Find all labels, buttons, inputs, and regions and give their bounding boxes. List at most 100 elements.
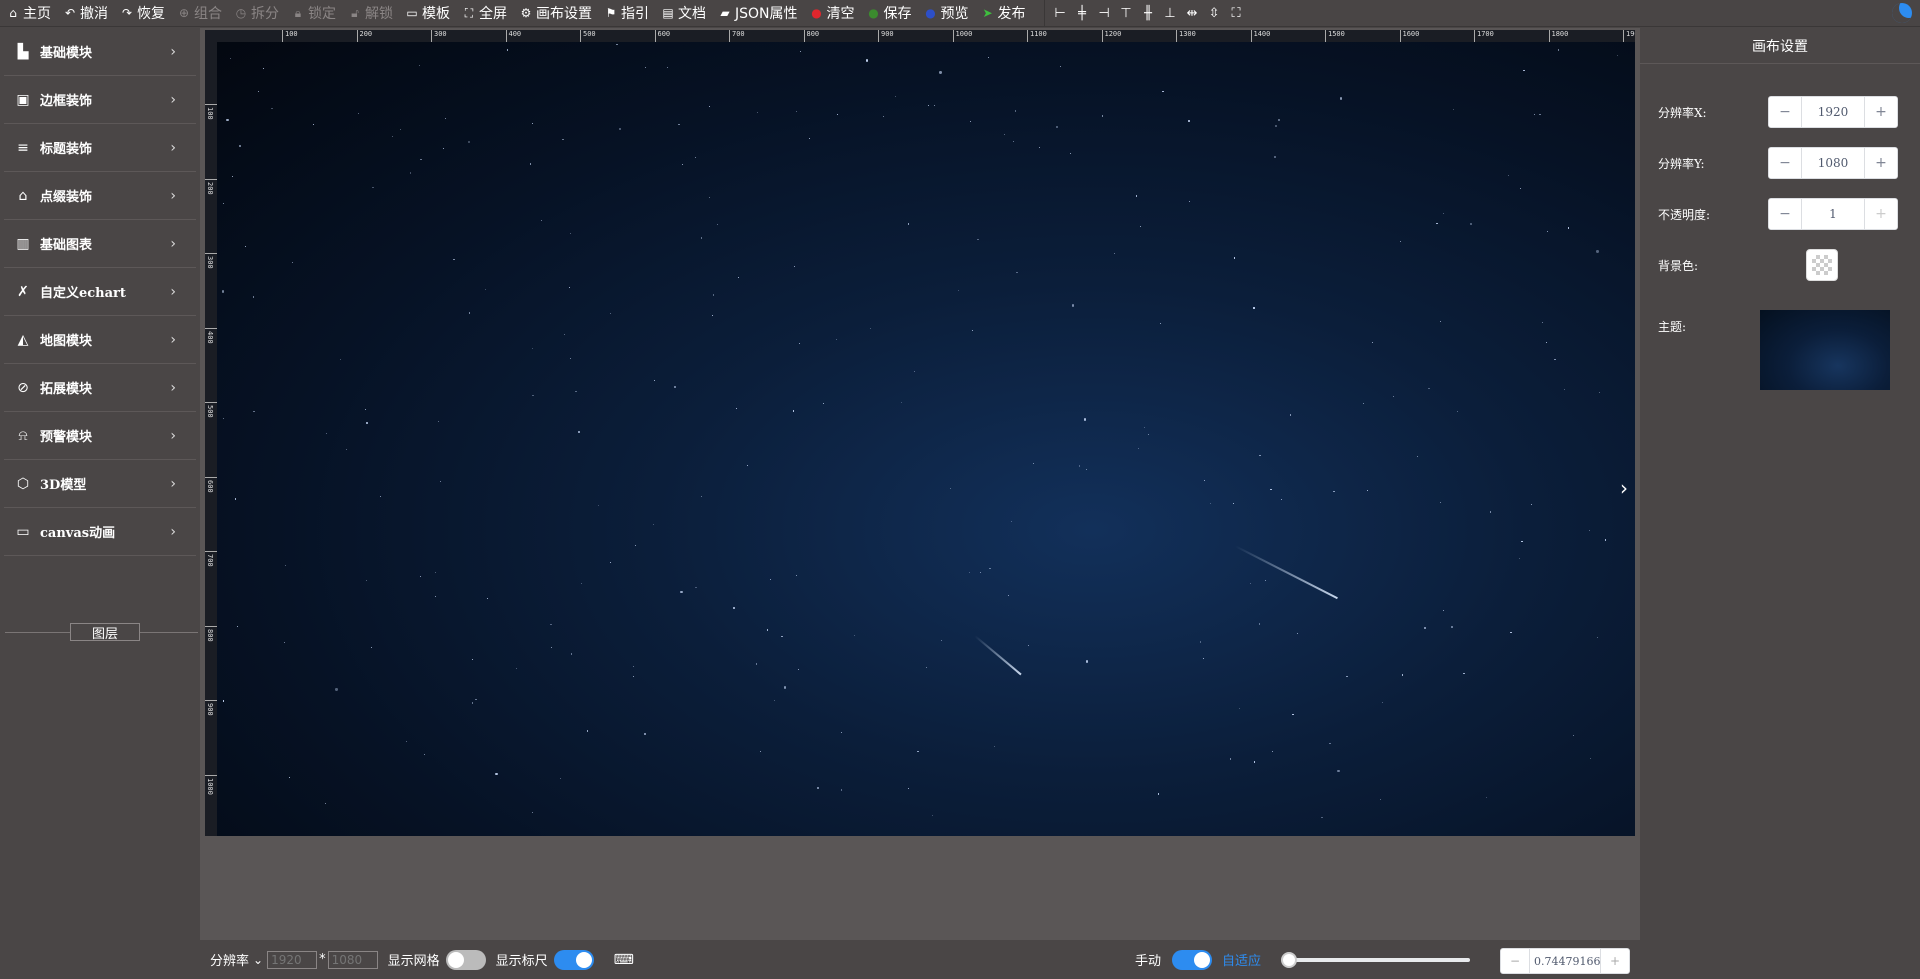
auto-fit-toggle[interactable] [1172,949,1212,970]
guide-button[interactable]: ⚑ 指引 [598,0,655,27]
show-grid-toggle[interactable] [445,949,486,970]
theme-toggle-moon-icon[interactable] [1892,3,1912,23]
star [563,334,566,336]
transparent-swatch-icon [1812,255,1832,275]
keyboard-icon[interactable]: ⌨ [614,952,634,968]
ruler-tick-label: 1000 [206,777,214,795]
star [586,730,588,732]
star [365,580,367,582]
chevron-right-icon: › [170,331,176,348]
resolution-width-input[interactable] [267,950,318,969]
align-left-icon[interactable]: ⊢ [1051,4,1070,23]
zoom-increment-button[interactable]: + [1601,949,1629,973]
star [423,753,426,755]
sidebar-item-custom-echart[interactable]: ✗ 自定义echart › [4,268,196,316]
distribute-h-icon[interactable]: ⇹ [1183,4,1202,23]
sidebar-item-basic-chart[interactable]: ▥ 基础图表 › [4,220,196,268]
sidebar-item-title-decor[interactable]: ≡ 标题装饰 › [4,124,196,172]
sidebar-item-alarm-module[interactable]: ⍾ 预警模块 › [4,412,196,460]
redo-label: 恢复 [137,6,165,22]
sidebar-item-basic-module[interactable]: ▙ 基础模块 › [4,28,196,76]
align-middle-v-icon[interactable]: ╫ [1139,4,1158,23]
canvas-settings-button[interactable]: ⚙ 画布设置 [513,0,598,27]
template-icon: ▭ [406,6,418,20]
increment-button[interactable]: + [1865,148,1897,178]
publish-button[interactable]: ➤ 发布 [975,0,1032,27]
ruler-tick-h: 600 [654,30,670,42]
preview-button[interactable]: ● 预览 [918,0,975,27]
template-button[interactable]: ▭ 模板 [399,0,456,27]
fit-screen-icon[interactable]: ⛶ [1227,4,1246,23]
star [895,95,897,97]
fullscreen-button[interactable]: ⛶ 全屏 [456,0,513,27]
star [339,358,342,360]
star [989,568,991,570]
theme-thumbnail[interactable] [1760,310,1890,390]
sidebar-item-label: 基础图表 [40,238,93,253]
star [1402,674,1404,676]
show-ruler-toggle[interactable] [553,949,594,970]
align-right-icon[interactable]: ⊣ [1095,4,1114,23]
chevron-right-icon: › [170,427,176,444]
decrement-button[interactable]: − [1769,148,1801,178]
opacity-input[interactable]: 1 [1801,199,1865,229]
star [823,403,825,405]
zoom-decrement-button[interactable]: − [1501,949,1529,973]
ruler-tick-v: 500 [205,402,217,418]
save-button[interactable]: ● 保存 [861,0,918,27]
clear-button[interactable]: ● 清空 [804,0,861,27]
collapse-panel-chevron-icon[interactable]: › [1620,476,1628,500]
unlock-button[interactable]: 🔓︎ 解锁 [342,0,399,27]
json-props-button[interactable]: ▰ JSON属性 [712,0,804,27]
docs-button[interactable]: ▤ 文档 [655,0,712,27]
zoom-slider-track[interactable] [1285,958,1470,962]
ruler-tick-h: 700 [729,30,745,42]
lock-button[interactable]: 🔒︎ 锁定 [285,0,342,27]
decrement-button[interactable]: − [1769,199,1801,229]
star [796,575,798,577]
sidebar-item-canvas-animation[interactable]: ▭ canvas动画 › [4,508,196,556]
background-color-picker[interactable] [1806,249,1838,281]
group-button[interactable]: ⊕ 组合 [171,0,228,27]
chevron-down-icon[interactable]: ⌄ [253,953,263,967]
sidebar-item-3d-model[interactable]: ⬡ 3D模型 › [4,460,196,508]
star [1400,240,1402,242]
increment-button[interactable]: + [1865,199,1897,229]
home-button[interactable]: ⌂ 主页 [0,0,57,27]
sidebar-item-accent-decor[interactable]: ⌂ 点缀装饰 › [4,172,196,220]
align-top-icon[interactable]: ⊤ [1117,4,1136,23]
sidebar-item-border-decor[interactable]: ▣ 边框装饰 › [4,76,196,124]
redo-button[interactable]: ↷ 恢复 [114,0,171,27]
design-canvas[interactable] [205,30,1635,836]
resolution-height-input[interactable] [327,950,378,969]
star [335,688,338,691]
sidebar-item-extend-module[interactable]: ⊘ 拓展模块 › [4,364,196,412]
layers-tab[interactable]: 图层 [70,623,140,642]
increment-button[interactable]: + [1865,97,1897,127]
resolution-y-input[interactable]: 1080 [1801,148,1865,178]
ruler-tick-v: 1000 [205,774,217,794]
star [644,67,646,69]
align-center-h-icon[interactable]: ╪ [1073,4,1092,23]
zoom-value-input[interactable]: 0.7447916666666666 [1529,949,1601,973]
fullscreen-icon: ⛶ [464,5,474,20]
star [1563,388,1565,391]
ruler-tick-h: 1000 [952,30,972,42]
lock-icon: 🔒︎ [294,5,302,20]
star [792,410,795,412]
zoom-slider-handle[interactable] [1281,952,1297,968]
star [313,123,315,125]
align-bottom-icon[interactable]: ⊥ [1161,4,1180,23]
ruler-tick-v: 900 [205,700,217,716]
split-button[interactable]: ◷ 拆分 [228,0,285,27]
decrement-button[interactable]: − [1769,97,1801,127]
resolution-x-input[interactable]: 1920 [1801,97,1865,127]
ruler-tick-label: 190 [1626,30,1635,38]
send-icon: ➤ [982,6,993,20]
star [1265,579,1267,581]
undo-button[interactable]: ↶ 撤消 [57,0,114,27]
docs-label: 文档 [678,6,706,22]
star [284,642,286,644]
sidebar-item-map-module[interactable]: ◭ 地图模块 › [4,316,196,364]
distribute-v-icon[interactable]: ⇳ [1205,4,1224,23]
